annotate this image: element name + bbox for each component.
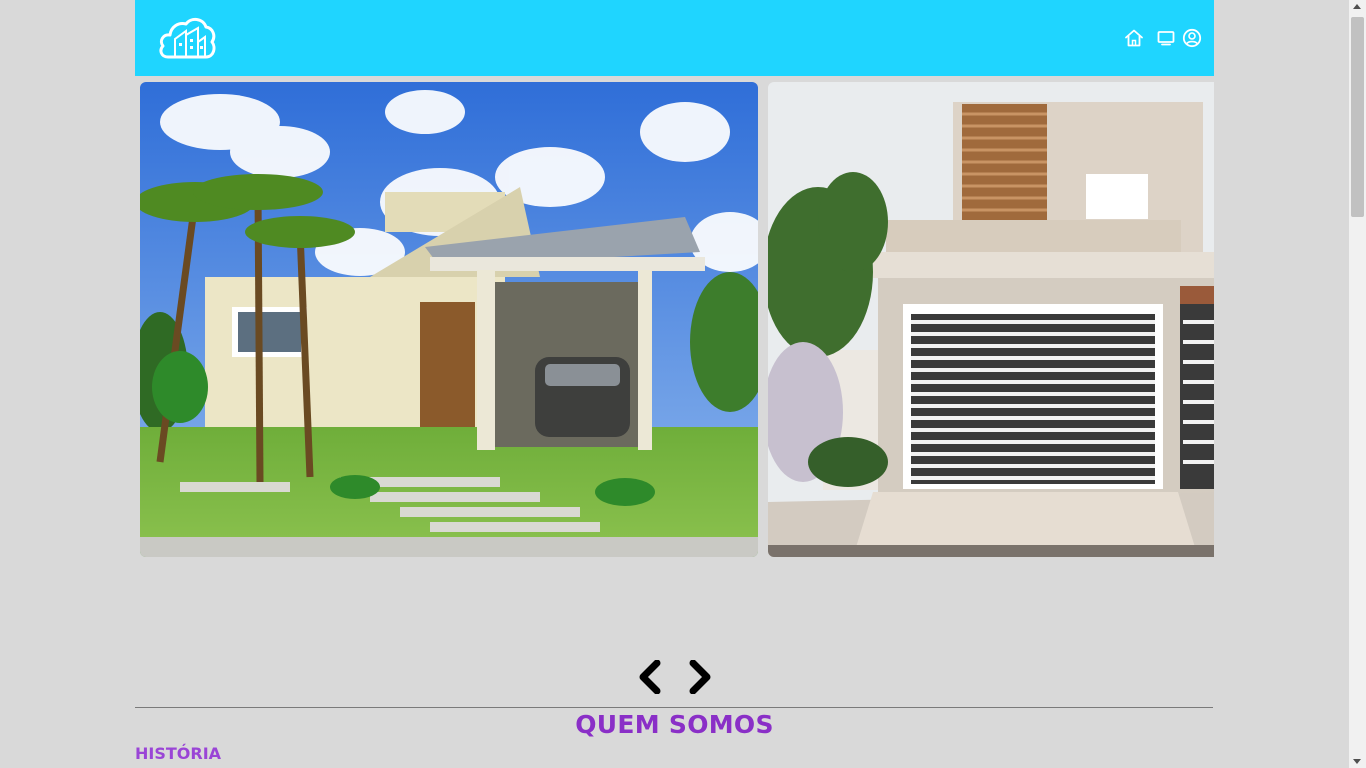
section-divider bbox=[135, 707, 1213, 708]
chevron-right-icon[interactable] bbox=[685, 660, 715, 694]
carousel-slide-2[interactable] bbox=[768, 82, 1214, 557]
house-photo-2 bbox=[768, 82, 1214, 557]
carousel-slide-1[interactable] bbox=[140, 82, 758, 557]
scroll-down-arrow-icon[interactable] bbox=[1353, 759, 1361, 764]
image-carousel[interactable] bbox=[140, 82, 1214, 557]
house-photo-1 bbox=[140, 82, 758, 557]
home-icon[interactable] bbox=[1124, 28, 1144, 48]
about-section-title: QUEM SOMOS bbox=[575, 710, 774, 739]
scrollbar-thumb[interactable] bbox=[1351, 17, 1364, 217]
carousel-controls bbox=[635, 660, 715, 694]
chevron-left-icon[interactable] bbox=[635, 660, 665, 694]
page-container: QUEM SOMOS HISTÓRIA bbox=[135, 0, 1214, 768]
scroll-up-arrow-icon[interactable] bbox=[1353, 4, 1361, 9]
top-header bbox=[135, 0, 1214, 76]
vertical-scrollbar[interactable] bbox=[1349, 0, 1366, 768]
monitor-icon[interactable] bbox=[1156, 28, 1176, 48]
history-subheading: HISTÓRIA bbox=[135, 744, 222, 763]
user-circle-icon[interactable] bbox=[1182, 28, 1202, 48]
header-nav bbox=[1124, 28, 1202, 48]
cloud-house-logo[interactable] bbox=[158, 15, 216, 61]
